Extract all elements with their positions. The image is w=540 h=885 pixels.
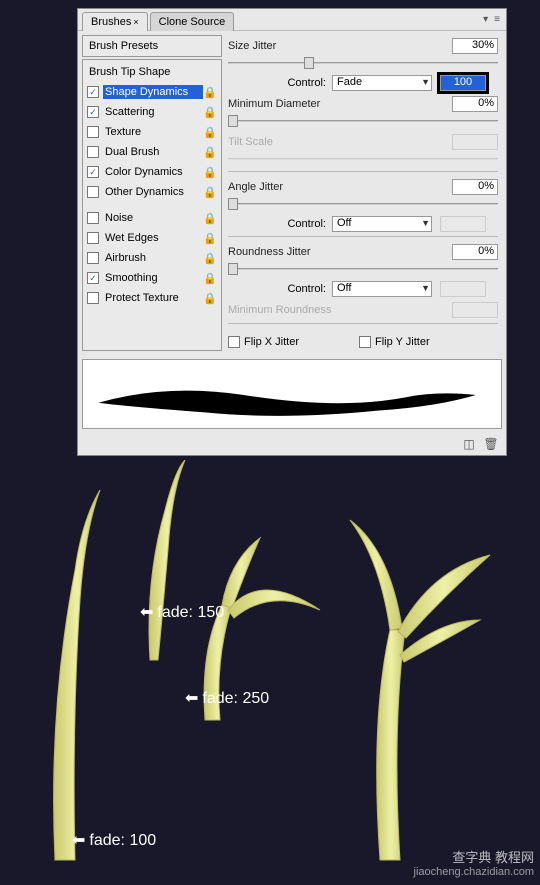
panel-footer: ◫ 🗑 xyxy=(78,433,506,455)
brushes-panel: Brushes× Clone Source ▾ ≡ Brush Presets … xyxy=(77,8,507,456)
sidebar-item-airbrush[interactable]: Airbrush🔒 xyxy=(83,248,221,268)
tilt-scale-slider xyxy=(228,153,498,165)
sidebar-item-scattering[interactable]: ✓Scattering🔒 xyxy=(83,102,221,122)
roundness-jitter-label: Roundness Jitter xyxy=(228,246,452,258)
checkbox-icon[interactable] xyxy=(87,186,99,198)
tilt-scale-value xyxy=(452,134,498,150)
sidebar-item-shape-dynamics[interactable]: ✓Shape Dynamics🔒 xyxy=(83,82,221,102)
roundness-control-label: Control: xyxy=(228,283,332,295)
lock-icon[interactable]: 🔒 xyxy=(203,86,217,99)
brush-options-list: Brush Tip Shape ✓Shape Dynamics🔒 ✓Scatte… xyxy=(82,59,222,351)
min-diameter-value[interactable]: 0% xyxy=(452,96,498,112)
lock-icon[interactable]: 🔒 xyxy=(203,272,217,285)
flip-y-jitter-checkbox[interactable]: Flip Y Jitter xyxy=(359,336,430,348)
lock-icon[interactable]: 🔒 xyxy=(203,166,217,179)
roundness-jitter-slider[interactable] xyxy=(228,263,498,275)
angle-jitter-value[interactable]: 0% xyxy=(452,179,498,195)
lock-icon[interactable]: 🔒 xyxy=(203,126,217,139)
sidebar-item-noise[interactable]: Noise🔒 xyxy=(83,208,221,228)
min-roundness-label: Minimum Roundness xyxy=(228,304,452,316)
flip-x-jitter-checkbox[interactable]: Flip X Jitter xyxy=(228,336,299,348)
angle-control-input xyxy=(440,216,486,232)
watermark: 查字典 教程网 jiaocheng.chazidian.com xyxy=(414,850,534,879)
chevron-down-icon: ▼ xyxy=(421,77,430,87)
size-jitter-label: Size Jitter xyxy=(228,40,452,52)
brush-preview xyxy=(82,359,502,429)
roundness-control-dropdown[interactable]: Off▼ xyxy=(332,281,432,297)
roundness-jitter-value[interactable]: 0% xyxy=(452,244,498,260)
annotation-fade-250: ⬅fade: 250 xyxy=(185,688,269,708)
new-preset-icon[interactable]: ◫ xyxy=(462,437,476,451)
roundness-control-input xyxy=(440,281,486,297)
angle-jitter-slider[interactable] xyxy=(228,198,498,210)
size-control-label: Control: xyxy=(228,77,332,89)
size-control-dropdown[interactable]: Fade▼ xyxy=(332,75,432,91)
menu-icon[interactable]: ≡ xyxy=(494,14,500,25)
size-jitter-value[interactable]: 30% xyxy=(452,38,498,54)
arrow-left-icon: ⬅ xyxy=(72,830,85,850)
checkbox-icon[interactable] xyxy=(87,212,99,224)
lock-icon[interactable]: 🔒 xyxy=(203,232,217,245)
checkbox-icon[interactable]: ✓ xyxy=(87,166,99,178)
annotation-fade-150: ⬅fade: 150 xyxy=(140,602,224,622)
chevron-down-icon: ▼ xyxy=(421,218,430,228)
angle-control-dropdown[interactable]: Off▼ xyxy=(332,216,432,232)
checkbox-icon[interactable]: ✓ xyxy=(87,106,99,118)
lock-icon[interactable]: 🔒 xyxy=(203,186,217,199)
checkbox-icon[interactable]: ✓ xyxy=(87,272,99,284)
sidebar-item-texture[interactable]: Texture🔒 xyxy=(83,122,221,142)
tilt-scale-label: Tilt Scale xyxy=(228,136,452,148)
sidebar-item-wet-edges[interactable]: Wet Edges🔒 xyxy=(83,228,221,248)
chevron-down-icon: ▼ xyxy=(421,283,430,293)
annotation-fade-100: ⬅fade: 100 xyxy=(72,830,156,850)
min-diameter-label: Minimum Diameter xyxy=(228,98,452,110)
brush-sidebar: Brush Presets Brush Tip Shape ✓Shape Dyn… xyxy=(82,35,222,351)
sidebar-item-smoothing[interactable]: ✓Smoothing🔒 xyxy=(83,268,221,288)
size-control-fade-input[interactable]: 100 xyxy=(440,75,486,91)
checkbox-icon[interactable] xyxy=(87,146,99,158)
checkbox-icon[interactable] xyxy=(87,252,99,264)
min-diameter-slider[interactable] xyxy=(228,115,498,127)
tab-clone-source[interactable]: Clone Source xyxy=(150,12,235,31)
close-icon[interactable]: × xyxy=(133,17,138,27)
checkbox-icon[interactable] xyxy=(87,126,99,138)
arrow-left-icon: ⬅ xyxy=(185,688,198,708)
lock-icon[interactable]: 🔒 xyxy=(203,106,217,119)
min-roundness-value xyxy=(452,302,498,318)
angle-control-label: Control: xyxy=(228,218,332,230)
tab-bar: Brushes× Clone Source xyxy=(78,9,236,31)
lock-icon[interactable]: 🔒 xyxy=(203,292,217,305)
arrow-left-icon: ⬅ xyxy=(140,602,153,622)
lock-icon[interactable]: 🔒 xyxy=(203,252,217,265)
brush-examples-illustration: ⬅fade: 150 ⬅fade: 250 ⬅fade: 100 xyxy=(0,460,540,880)
lock-icon[interactable]: 🔒 xyxy=(203,212,217,225)
lock-icon[interactable]: 🔒 xyxy=(203,146,217,159)
sidebar-item-dual-brush[interactable]: Dual Brush🔒 xyxy=(83,142,221,162)
sidebar-item-brush-tip-shape[interactable]: Brush Tip Shape xyxy=(83,62,221,82)
sidebar-item-color-dynamics[interactable]: ✓Color Dynamics🔒 xyxy=(83,162,221,182)
tab-brushes[interactable]: Brushes× xyxy=(82,12,148,31)
checkbox-icon[interactable]: ✓ xyxy=(87,86,99,98)
checkbox-icon[interactable] xyxy=(87,232,99,244)
sidebar-item-protect-texture[interactable]: Protect Texture🔒 xyxy=(83,288,221,308)
minimize-icon[interactable]: ▾ xyxy=(483,14,488,25)
controls-column: Size Jitter30% Control: Fade▼ 100 Minimu… xyxy=(226,35,502,351)
trash-icon[interactable]: 🗑 xyxy=(484,437,498,451)
panel-header: Brushes× Clone Source ▾ ≡ xyxy=(78,9,506,31)
checkbox-icon[interactable] xyxy=(87,292,99,304)
sidebar-item-other-dynamics[interactable]: Other Dynamics🔒 xyxy=(83,182,221,202)
angle-jitter-label: Angle Jitter xyxy=(228,181,452,193)
size-jitter-slider[interactable] xyxy=(228,57,498,69)
brush-presets-header[interactable]: Brush Presets xyxy=(82,35,222,57)
